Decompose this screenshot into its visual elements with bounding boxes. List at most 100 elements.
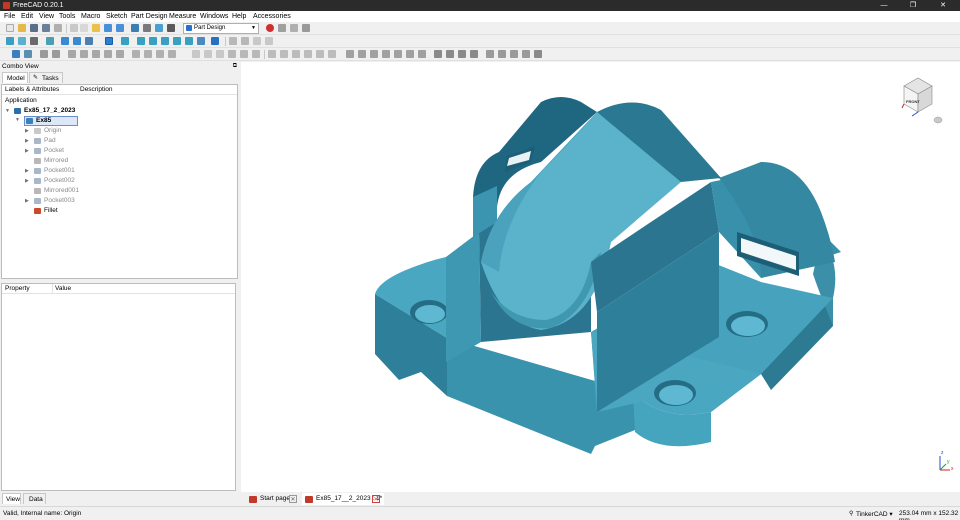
local-cs-icon[interactable]	[104, 50, 112, 58]
close-icon[interactable]: ✕	[372, 495, 380, 503]
view-group-icon[interactable]	[197, 37, 205, 45]
workbench-selector[interactable]: Part Design ▼	[183, 23, 259, 34]
back-view-arrow-icon[interactable]	[61, 37, 69, 45]
3d-viewport[interactable]: FRONT z x y	[241, 62, 960, 492]
chevron-right-icon[interactable]: ▶	[25, 136, 29, 146]
subtractive-prism-icon[interactable]	[418, 50, 426, 58]
fit-selection-icon[interactable]	[18, 37, 26, 45]
datum-line-icon[interactable]	[80, 50, 88, 58]
menu-accessories[interactable]: Accessories	[253, 12, 291, 21]
pad-icon[interactable]	[144, 50, 152, 58]
thickness-icon[interactable]	[522, 50, 530, 58]
copy-icon[interactable]	[80, 24, 88, 32]
navigation-style-selector[interactable]: TinkerCAD ▾	[856, 510, 893, 518]
view-bottom-icon[interactable]	[173, 37, 181, 45]
macro-edit-icon[interactable]	[290, 24, 298, 32]
check-geometry-icon[interactable]	[52, 50, 60, 58]
tree-item-mirrored001[interactable]: Mirrored001	[25, 186, 105, 196]
chevron-down-icon[interactable]: ▼	[15, 117, 20, 123]
macro-stop-icon[interactable]	[278, 24, 286, 32]
tab-data[interactable]: Data	[23, 493, 46, 504]
boolean-icon[interactable]	[534, 50, 542, 58]
subtractive-box-icon[interactable]	[346, 50, 354, 58]
property-col-property[interactable]: Property	[5, 285, 30, 292]
shape-binder-icon[interactable]	[116, 50, 124, 58]
additive-sphere-icon[interactable]	[292, 50, 300, 58]
close-button[interactable]: ✕	[932, 0, 954, 11]
create-part-icon[interactable]	[241, 37, 249, 45]
tree-item-pocket001[interactable]: ▶ Pocket001	[25, 166, 105, 176]
tab-view[interactable]: View	[2, 493, 21, 504]
column-divider[interactable]	[52, 284, 53, 294]
measure-distance-icon[interactable]	[211, 37, 219, 45]
whats-this-icon[interactable]	[155, 24, 163, 32]
macro-record-icon[interactable]	[266, 24, 274, 32]
tree-item-document[interactable]: ▼ Ex85_17_2_2023	[5, 106, 125, 116]
subtractive-ellipsoid-icon[interactable]	[394, 50, 402, 58]
navigation-cube[interactable]: FRONT	[892, 72, 944, 128]
fit-all-icon[interactable]	[6, 37, 14, 45]
additive-torus-icon[interactable]	[328, 50, 336, 58]
forward-view-arrow-icon[interactable]	[73, 37, 81, 45]
model-canvas[interactable]	[241, 62, 960, 492]
menu-measure[interactable]: Measure	[169, 12, 196, 21]
menu-help[interactable]: Help	[232, 12, 246, 21]
loft-icon[interactable]	[168, 50, 176, 58]
tree-col-labels[interactable]: Labels & Attributes	[5, 86, 59, 93]
new-file-icon[interactable]	[6, 24, 14, 32]
subtractive-loft-icon[interactable]	[240, 50, 248, 58]
chevron-right-icon[interactable]: ▶	[25, 126, 29, 136]
sync-view-icon[interactable]	[85, 37, 93, 45]
tree-item-pocket003[interactable]: ▶ Pocket003	[25, 196, 105, 206]
datum-plane-icon[interactable]	[92, 50, 100, 58]
hole-icon[interactable]	[216, 50, 224, 58]
tab-document-ex85[interactable]: Ex85_17__2_2023 : 1* ✕	[302, 493, 384, 505]
tab-model[interactable]: Model	[2, 72, 28, 83]
validate-sketch-icon[interactable]	[40, 50, 48, 58]
pocket-icon[interactable]	[204, 50, 212, 58]
datum-point-icon[interactable]	[68, 50, 76, 58]
create-body-pd-icon[interactable]	[12, 50, 20, 58]
open-file-icon[interactable]	[18, 24, 26, 32]
menu-file[interactable]: File	[4, 12, 15, 21]
isometric-view-icon[interactable]	[46, 37, 54, 45]
fillet-icon[interactable]	[486, 50, 494, 58]
view-rear-icon[interactable]	[161, 37, 169, 45]
close-icon[interactable]: ✕	[289, 495, 297, 503]
tab-start-page[interactable]: Start page ✕	[246, 493, 302, 505]
draft-icon[interactable]	[510, 50, 518, 58]
view-top-icon[interactable]	[137, 37, 145, 45]
tree-item-body-ex85[interactable]: Ex85	[24, 116, 78, 126]
multitransform-icon[interactable]	[470, 50, 478, 58]
menu-edit[interactable]: Edit	[21, 12, 33, 21]
macro-execute-icon[interactable]	[302, 24, 310, 32]
draw-style-icon[interactable]	[30, 37, 38, 45]
linear-pattern-icon[interactable]	[446, 50, 454, 58]
chevron-right-icon[interactable]: ▶	[25, 146, 29, 156]
menu-tools[interactable]: Tools	[59, 12, 75, 21]
create-sketch-icon[interactable]	[24, 50, 32, 58]
polar-pattern-icon[interactable]	[458, 50, 466, 58]
cut-icon[interactable]	[70, 24, 78, 32]
undo-icon[interactable]	[104, 24, 112, 32]
save-icon[interactable]	[30, 24, 38, 32]
tree-item-mirrored[interactable]: Mirrored	[25, 156, 105, 166]
minimize-button[interactable]: —	[873, 0, 895, 11]
menu-sketch[interactable]: Sketch	[106, 12, 127, 21]
link-icon[interactable]	[265, 37, 273, 45]
additive-box-icon[interactable]	[268, 50, 276, 58]
clone-icon[interactable]	[132, 50, 140, 58]
additive-ellipsoid-icon[interactable]	[316, 50, 324, 58]
refresh-icon[interactable]	[131, 24, 139, 32]
tree-item-fillet[interactable]: Fillet	[25, 206, 105, 216]
groove-icon[interactable]	[228, 50, 236, 58]
tab-tasks[interactable]: ✎ Tasks	[29, 72, 63, 83]
tree-item-pocket002[interactable]: ▶ Pocket002	[25, 176, 105, 186]
revolution-icon[interactable]	[156, 50, 164, 58]
tree-item-pad[interactable]: ▶ Pad	[25, 136, 105, 146]
menu-part-design[interactable]: Part Design	[131, 12, 168, 21]
subtractive-pipe-icon[interactable]	[252, 50, 260, 58]
mirrored-icon[interactable]	[434, 50, 442, 58]
workbench-icon[interactable]	[167, 24, 175, 32]
tree-item-pocket[interactable]: ▶ Pocket	[25, 146, 105, 156]
